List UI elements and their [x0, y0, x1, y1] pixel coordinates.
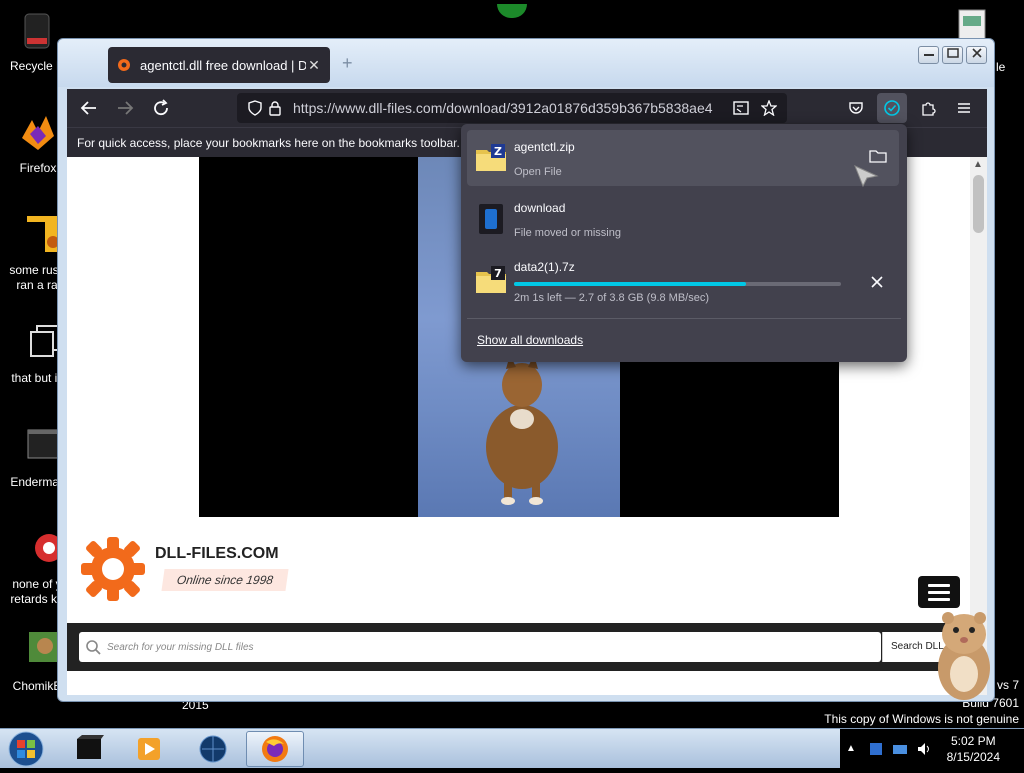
forward-button[interactable] — [107, 90, 143, 126]
svg-text:Z: Z — [494, 145, 502, 158]
download-item[interactable]: download File moved or missing — [467, 191, 899, 247]
bookmarks-hint: For quick access, place your bookmarks h… — [77, 136, 460, 150]
download-progress-bar — [514, 282, 841, 286]
reader-view-icon[interactable] — [731, 98, 751, 118]
cancel-download-icon[interactable] — [869, 274, 889, 294]
7z-folder-icon: 7 — [476, 266, 506, 293]
top-gadget — [497, 4, 527, 18]
desktop: Recycle B Firefox some russ ran a ra tha… — [0, 0, 1024, 769]
clock-date: 8/15/2024 — [946, 750, 1000, 764]
puzzle-icon — [922, 102, 936, 116]
search-icon — [86, 640, 101, 655]
clock[interactable]: 5:02 PM 8/15/2024 — [947, 733, 1000, 765]
watermark-line-3: This copy of Windows is not genuine — [824, 712, 1019, 726]
hamster-mascot-image — [938, 612, 990, 700]
taskbar-media-player[interactable] — [120, 731, 178, 767]
download-complete-icon — [884, 100, 900, 116]
bookmark-star-icon[interactable] — [759, 98, 779, 118]
downloads-panel: Z agentctl.zip Open File download File m… — [461, 124, 907, 362]
url-text[interactable]: https://www.dll-files.com/download/3912a… — [293, 100, 721, 116]
maximize-button[interactable] — [942, 46, 963, 64]
download-item[interactable]: Z agentctl.zip Open File — [467, 130, 899, 186]
windows-start-icon — [8, 731, 44, 767]
firefox-icon — [22, 116, 54, 150]
start-button[interactable] — [6, 730, 46, 768]
back-arrow-icon — [80, 101, 96, 115]
windows-stack-icon — [30, 325, 60, 357]
recycle-bin-icon — [24, 13, 50, 49]
tab-active[interactable]: agentctl.dll free download | DL ✕ — [108, 47, 330, 83]
tray-app-icon[interactable] — [868, 741, 884, 757]
globe-icon — [199, 735, 227, 763]
mouse-cursor-icon — [854, 165, 879, 188]
hamster-icon — [29, 632, 59, 662]
toolbar-right-buttons — [841, 93, 979, 123]
nav-toolbar: https://www.dll-files.com/download/3912a… — [67, 89, 987, 127]
desktop-icon-label-right: le — [996, 60, 1006, 74]
search-placeholder: Search for your missing DLL files — [107, 641, 254, 653]
download-item-in-progress[interactable]: 7 data2(1).7z 2m 1s left — 2.7 of 3.8 GB… — [467, 252, 899, 308]
scroll-thumb[interactable] — [973, 175, 984, 233]
back-button[interactable] — [71, 90, 107, 126]
lock-icon[interactable] — [265, 98, 285, 118]
download-status: Open File — [514, 166, 562, 178]
svg-text:7: 7 — [494, 267, 502, 280]
shortcut-icon — [27, 216, 59, 252]
minimize-icon — [923, 54, 934, 56]
tab-title: agentctl.dll free download | DL — [140, 57, 306, 73]
download-status: 2m 1s left — 2.7 of 3.8 GB (9.8 MB/sec) — [514, 292, 710, 304]
tab-close-icon[interactable]: ✕ — [306, 57, 322, 74]
show-all-downloads-label: Show all downloads — [477, 333, 584, 347]
menu-button[interactable] — [949, 93, 979, 123]
app-box-icon — [77, 735, 104, 759]
taskbar: ▲ 5:02 PM 8/15/2024 — [0, 728, 1024, 769]
maximize-icon — [946, 48, 959, 58]
reload-icon — [154, 99, 168, 116]
app-file-icon — [479, 204, 503, 234]
download-filename: agentctl.zip — [514, 140, 575, 154]
minimize-button[interactable] — [918, 46, 939, 64]
tracking-protection-shield-icon[interactable] — [245, 98, 265, 118]
download-progress-fill — [514, 282, 747, 286]
pocket-button[interactable] — [841, 93, 871, 123]
scroll-up-icon[interactable]: ▲ — [973, 159, 983, 170]
new-tab-button[interactable]: + — [342, 53, 353, 74]
download-filename: data2(1).7z — [514, 260, 575, 274]
show-all-downloads-button[interactable]: Show all downloads — [477, 333, 583, 347]
taskbar-firefox[interactable] — [246, 731, 304, 767]
media-player-icon — [138, 738, 160, 760]
reload-button[interactable] — [143, 90, 179, 126]
taskbar-globe[interactable] — [184, 731, 242, 767]
window-app-icon — [27, 429, 59, 459]
chrome-like-icon — [35, 534, 63, 562]
downloads-button[interactable] — [877, 93, 907, 123]
pocket-icon — [849, 102, 863, 114]
volume-icon[interactable] — [916, 741, 932, 757]
site-tagline: Online since 1998 — [161, 569, 289, 591]
system-tray: ▲ 5:02 PM 8/15/2024 — [840, 729, 1024, 769]
site-search-bar: Search for your missing DLL files Search… — [67, 623, 987, 671]
firefox-icon — [262, 736, 288, 762]
clock-time: 5:02 PM — [950, 734, 996, 748]
site-name: DLL-FILES.COM — [155, 545, 279, 562]
taskbar-app-1[interactable] — [60, 731, 118, 767]
zip-folder-icon: Z — [476, 144, 506, 171]
gear-logo-icon — [81, 537, 145, 601]
close-window-button[interactable] — [966, 46, 987, 64]
network-icon[interactable] — [892, 741, 908, 757]
tray-expand-icon[interactable]: ▲ — [846, 743, 856, 754]
dll-search-input[interactable]: Search for your missing DLL files — [79, 632, 881, 662]
download-filename: download — [514, 201, 566, 215]
dll-files-favicon — [118, 59, 130, 71]
download-status: File moved or missing — [514, 227, 621, 239]
extensions-button[interactable] — [913, 93, 943, 123]
site-logo[interactable] — [77, 533, 149, 610]
forward-arrow-icon — [118, 101, 134, 115]
close-icon — [971, 48, 982, 58]
downloads-separator — [467, 318, 901, 319]
url-bar[interactable]: https://www.dll-files.com/download/3912a… — [237, 93, 787, 123]
hamburger-menu-icon — [958, 103, 970, 113]
